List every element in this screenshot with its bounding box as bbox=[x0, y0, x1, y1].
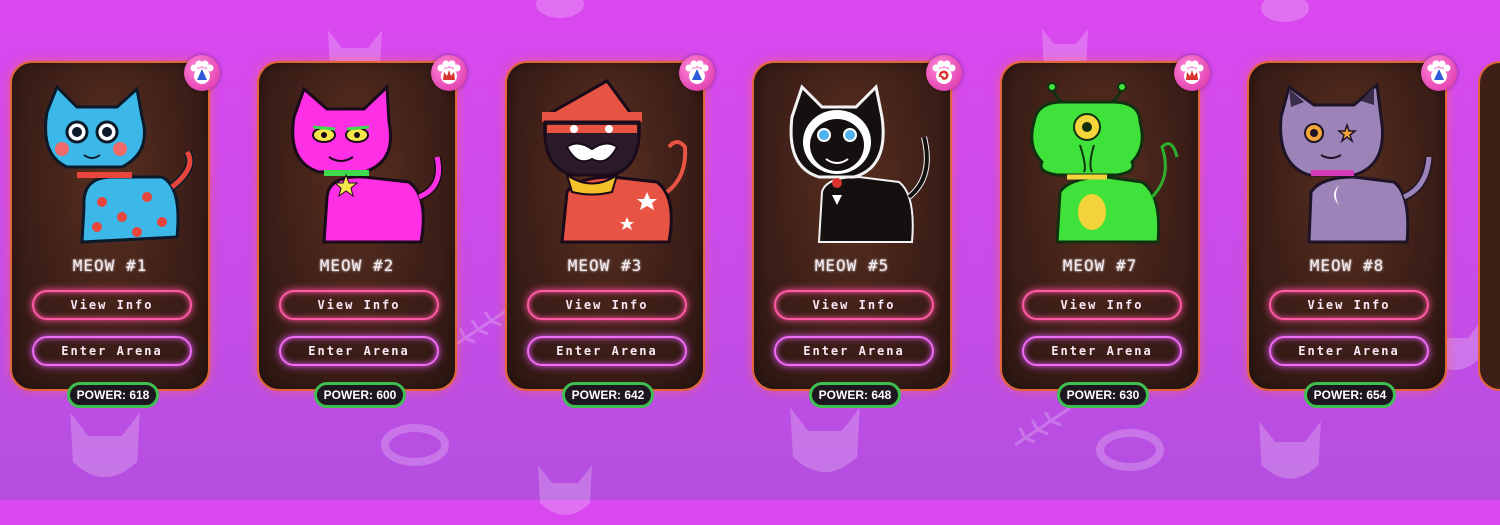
nft-card[interactable]: MEOW #1 View Info Enter Arena POWER: 618 bbox=[10, 55, 220, 408]
cat-illustration bbox=[291, 83, 443, 244]
cat-illustration bbox=[1030, 82, 1179, 244]
cat-illustration bbox=[1279, 82, 1433, 244]
card-title: MEOW #1 bbox=[72, 256, 148, 275]
view-info-button[interactable]: View Info bbox=[774, 290, 934, 320]
enter-arena-button[interactable]: Enter Arena bbox=[279, 336, 439, 366]
nft-card[interactable]: MEOW #3 View Info Enter Arena POWER: 642 bbox=[505, 55, 715, 408]
enter-arena-button[interactable]: Enter Arena bbox=[774, 336, 934, 366]
next-card-partial[interactable] bbox=[1478, 61, 1500, 391]
enter-arena-button[interactable]: Enter Arena bbox=[1022, 336, 1182, 366]
power-badge: POWER: 618 bbox=[67, 382, 159, 408]
cat-illustration bbox=[789, 83, 930, 243]
view-info-button[interactable]: View Info bbox=[32, 290, 192, 320]
card-title: MEOW #5 bbox=[814, 256, 890, 275]
cat-illustration bbox=[44, 84, 194, 244]
enter-arena-button[interactable]: Enter Arena bbox=[32, 336, 192, 366]
power-badge: POWER: 642 bbox=[562, 382, 654, 408]
power-badge: POWER: 630 bbox=[1057, 382, 1149, 408]
card-title: MEOW #2 bbox=[319, 256, 395, 275]
power-badge: POWER: 654 bbox=[1304, 382, 1396, 408]
enter-arena-button[interactable]: Enter Arena bbox=[527, 336, 687, 366]
nft-card[interactable]: MEOW #5 View Info Enter Arena POWER: 648 bbox=[752, 55, 962, 408]
power-badge: POWER: 600 bbox=[314, 382, 406, 408]
power-badge: POWER: 648 bbox=[809, 382, 901, 408]
nft-card[interactable]: MEOW #2 View Info Enter Arena POWER: 600 bbox=[257, 55, 467, 408]
card-title: MEOW #7 bbox=[1062, 256, 1138, 275]
view-info-button[interactable]: View Info bbox=[1269, 290, 1429, 320]
enter-arena-button[interactable]: Enter Arena bbox=[1269, 336, 1429, 366]
card-title: MEOW #3 bbox=[567, 256, 643, 275]
nft-card-row: MEOW #1 View Info Enter Arena POWER: 618… bbox=[0, 0, 1500, 500]
nft-card[interactable]: MEOW #7 View Info Enter Arena POWER: 630 bbox=[1000, 55, 1210, 408]
view-info-button[interactable]: View Info bbox=[279, 290, 439, 320]
cat-illustration bbox=[541, 79, 688, 244]
card-title: MEOW #8 bbox=[1309, 256, 1385, 275]
nft-card[interactable]: MEOW #8 View Info Enter Arena POWER: 654 bbox=[1247, 55, 1457, 408]
view-info-button[interactable]: View Info bbox=[527, 290, 687, 320]
view-info-button[interactable]: View Info bbox=[1022, 290, 1182, 320]
